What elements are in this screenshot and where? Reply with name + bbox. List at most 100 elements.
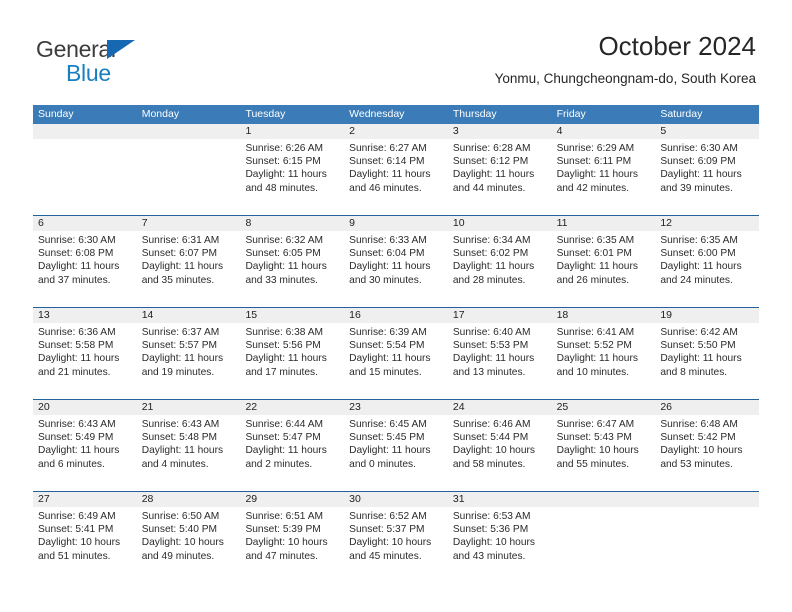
day-detail-sunset: Sunset: 5:58 PM: [38, 340, 114, 352]
day-detail-daylight1: Daylight: 11 hours: [660, 261, 742, 273]
day-details: Sunrise: 6:43 AM Sunset: 5:48 PM Daylight:…: [137, 415, 241, 471]
day-number: 24: [447, 400, 552, 415]
day-detail-sunset: Sunset: 6:08 PM: [38, 248, 114, 260]
day-cell[interactable]: 21 Sunrise: 6:43 AM Sunset: 5:48 PM Dayligh…: [136, 400, 241, 491]
day-cell[interactable]: 22 Sunrise: 6:44 AM Sunset: 5:47 PM Dayligh…: [240, 400, 345, 491]
day-cell[interactable]: 7 Sunrise: 6:31 AM Sunset: 6:07 PM Daylight…: [136, 216, 241, 307]
calendar-week-row: 13 Sunrise: 6:36 AM Sunset: 5:58 PM Dayligh…: [33, 307, 760, 399]
day-number: 4: [551, 124, 656, 139]
day-detail-sunrise: Sunrise: 6:32 AM: [245, 235, 324, 246]
day-detail-daylight2: and 15 minutes.: [349, 366, 422, 378]
day-cell[interactable]: 15 Sunrise: 6:38 AM Sunset: 5:56 PM Dayligh…: [240, 308, 345, 399]
day-cell[interactable]: 23 Sunrise: 6:45 AM Sunset: 5:45 PM Dayligh…: [344, 400, 448, 491]
brand-logo-top-row: General: [36, 36, 236, 62]
day-detail-sunrise: Sunrise: 6:34 AM: [452, 235, 531, 246]
day-cell[interactable]: 14 Sunrise: 6:37 AM Sunset: 5:57 PM Dayligh…: [136, 308, 241, 399]
day-cell[interactable]: 28 Sunrise: 6:50 AM Sunset: 5:40 PM Dayligh…: [136, 492, 241, 583]
day-cell[interactable]: 26 Sunrise: 6:48 AM Sunset: 5:42 PM Dayligh…: [655, 400, 760, 491]
day-detail-daylight1: Daylight: 11 hours: [141, 445, 224, 457]
day-cell[interactable]: 6 Sunrise: 6:30 AM Sunset: 6:08 PM Daylight…: [33, 216, 137, 307]
day-detail-daylight1: Daylight: 10 hours: [452, 537, 535, 549]
day-detail-daylight1: Daylight: 11 hours: [349, 169, 431, 181]
day-detail-daylight1: Daylight: 11 hours: [245, 261, 327, 273]
day-cell[interactable]: 1 Sunrise: 6:26 AM Sunset: 6:15 PM Daylight…: [240, 124, 345, 215]
day-number: 23: [344, 400, 448, 415]
day-detail-sunset: Sunset: 5:43 PM: [556, 432, 632, 444]
day-cell-empty: [655, 492, 760, 583]
day-cell[interactable]: 9 Sunrise: 6:33 AM Sunset: 6:04 PM Daylight…: [344, 216, 448, 307]
day-cell[interactable]: 30 Sunrise: 6:52 AM Sunset: 5:37 PM Dayligh…: [344, 492, 448, 583]
day-detail-daylight1: Daylight: 11 hours: [141, 353, 224, 365]
page-subtitle: Yonmu, Chungcheongnam-do, South Korea: [494, 71, 756, 86]
calendar-week-cells: 20 Sunrise: 6:43 AM Sunset: 5:49 PM Dayligh…: [33, 400, 760, 491]
day-detail-sunrise: Sunrise: 6:30 AM: [660, 143, 738, 154]
day-number: [136, 124, 241, 139]
day-cell[interactable]: 27 Sunrise: 6:49 AM Sunset: 5:41 PM Dayligh…: [33, 492, 137, 583]
day-cell[interactable]: 3 Sunrise: 6:28 AM Sunset: 6:12 PM Daylight…: [447, 124, 552, 215]
day-cell[interactable]: 5 Sunrise: 6:30 AM Sunset: 6:09 PM Daylight…: [655, 124, 760, 215]
day-detail-sunset: Sunset: 5:36 PM: [452, 524, 529, 536]
day-details: Sunrise: 6:35 AM Sunset: 6:01 PM Daylight:…: [552, 231, 656, 287]
day-details: Sunrise: 6:38 AM Sunset: 5:56 PM Daylight:…: [240, 323, 344, 379]
day-details: Sunrise: 6:41 AM Sunset: 5:52 PM Daylight:…: [552, 323, 656, 379]
day-cell[interactable]: 11 Sunrise: 6:35 AM Sunset: 6:01 PM Dayligh…: [551, 216, 656, 307]
day-detail-sunrise: Sunrise: 6:36 AM: [38, 327, 116, 338]
day-detail-sunrise: Sunrise: 6:49 AM: [38, 511, 116, 522]
day-cell[interactable]: 20 Sunrise: 6:43 AM Sunset: 5:49 PM Dayligh…: [33, 400, 137, 491]
day-cell[interactable]: 19 Sunrise: 6:42 AM Sunset: 5:50 PM Dayligh…: [655, 308, 760, 399]
weekday-header-wednesday: Wednesday: [349, 108, 405, 120]
day-cell-empty: [551, 492, 656, 583]
weekday-header-tuesday: Tuesday: [245, 108, 286, 120]
day-number: 3: [447, 124, 552, 139]
day-detail-daylight1: Daylight: 11 hours: [38, 445, 120, 457]
day-detail-sunset: Sunset: 5:57 PM: [141, 340, 218, 352]
day-details: [137, 139, 241, 142]
day-detail-daylight1: Daylight: 10 hours: [349, 537, 432, 549]
day-detail-sunrise: Sunrise: 6:31 AM: [141, 235, 220, 246]
day-number: 7: [136, 216, 241, 231]
day-cell[interactable]: 25 Sunrise: 6:47 AM Sunset: 5:43 PM Dayligh…: [551, 400, 656, 491]
day-number: 21: [136, 400, 241, 415]
day-number: [655, 492, 760, 507]
day-cell[interactable]: 10 Sunrise: 6:34 AM Sunset: 6:02 PM Dayligh…: [447, 216, 552, 307]
day-cell[interactable]: 4 Sunrise: 6:29 AM Sunset: 6:11 PM Daylight…: [551, 124, 656, 215]
day-cell[interactable]: 12 Sunrise: 6:35 AM Sunset: 6:00 PM Dayligh…: [655, 216, 760, 307]
day-detail-sunset: Sunset: 5:47 PM: [245, 432, 321, 444]
day-details: Sunrise: 6:36 AM Sunset: 5:58 PM Daylight:…: [33, 323, 137, 379]
day-cell[interactable]: 8 Sunrise: 6:32 AM Sunset: 6:05 PM Daylight…: [240, 216, 345, 307]
day-details: Sunrise: 6:53 AM Sunset: 5:36 PM Daylight:…: [448, 507, 552, 563]
day-detail-daylight1: Daylight: 11 hours: [245, 353, 327, 365]
weekday-header-row: Sunday Monday Tuesday Wednesday Thursday…: [33, 105, 759, 124]
day-detail-daylight1: Daylight: 10 hours: [141, 537, 224, 549]
day-details: Sunrise: 6:32 AM Sunset: 6:05 PM Daylight:…: [240, 231, 344, 287]
day-detail-sunrise: Sunrise: 6:50 AM: [141, 511, 220, 522]
day-cell[interactable]: 31 Sunrise: 6:53 AM Sunset: 5:36 PM Dayligh…: [447, 492, 552, 583]
day-detail-daylight2: and 4 minutes.: [141, 458, 209, 470]
day-number: 29: [240, 492, 345, 507]
weekday-header-thursday: Thursday: [452, 108, 497, 120]
day-cell[interactable]: 17 Sunrise: 6:40 AM Sunset: 5:53 PM Dayligh…: [447, 308, 552, 399]
day-detail-sunset: Sunset: 5:37 PM: [349, 524, 425, 536]
calendar-week-cells: 27 Sunrise: 6:49 AM Sunset: 5:41 PM Dayligh…: [33, 492, 760, 583]
day-details: Sunrise: 6:30 AM Sunset: 6:09 PM Daylight:…: [655, 139, 759, 195]
calendar-week-cells: 13 Sunrise: 6:36 AM Sunset: 5:58 PM Dayligh…: [33, 308, 760, 399]
day-number: 22: [240, 400, 345, 415]
day-cell[interactable]: 16 Sunrise: 6:39 AM Sunset: 5:54 PM Dayligh…: [344, 308, 448, 399]
calendar-week-row: 27 Sunrise: 6:49 AM Sunset: 5:41 PM Dayligh…: [33, 491, 760, 583]
page-title: October 2024: [598, 31, 756, 61]
day-cell[interactable]: 29 Sunrise: 6:51 AM Sunset: 5:39 PM Dayligh…: [240, 492, 345, 583]
day-cell[interactable]: 2 Sunrise: 6:27 AM Sunset: 6:14 PM Daylight…: [344, 124, 448, 215]
day-detail-daylight1: Daylight: 10 hours: [452, 445, 535, 457]
day-cell[interactable]: 24 Sunrise: 6:46 AM Sunset: 5:44 PM Dayligh…: [447, 400, 552, 491]
day-cell[interactable]: 18 Sunrise: 6:41 AM Sunset: 5:52 PM Dayligh…: [551, 308, 656, 399]
day-detail-sunrise: Sunrise: 6:35 AM: [556, 235, 635, 246]
day-details: Sunrise: 6:37 AM Sunset: 5:57 PM Daylight:…: [137, 323, 241, 379]
day-detail-sunset: Sunset: 5:49 PM: [38, 432, 114, 444]
day-detail-daylight2: and 47 minutes.: [245, 550, 318, 562]
day-number: 28: [136, 492, 241, 507]
day-number: 10: [447, 216, 552, 231]
day-cell[interactable]: 13 Sunrise: 6:36 AM Sunset: 5:58 PM Dayligh…: [33, 308, 137, 399]
day-details: [33, 139, 137, 142]
day-detail-daylight1: Daylight: 10 hours: [556, 445, 639, 457]
day-number: 31: [447, 492, 552, 507]
